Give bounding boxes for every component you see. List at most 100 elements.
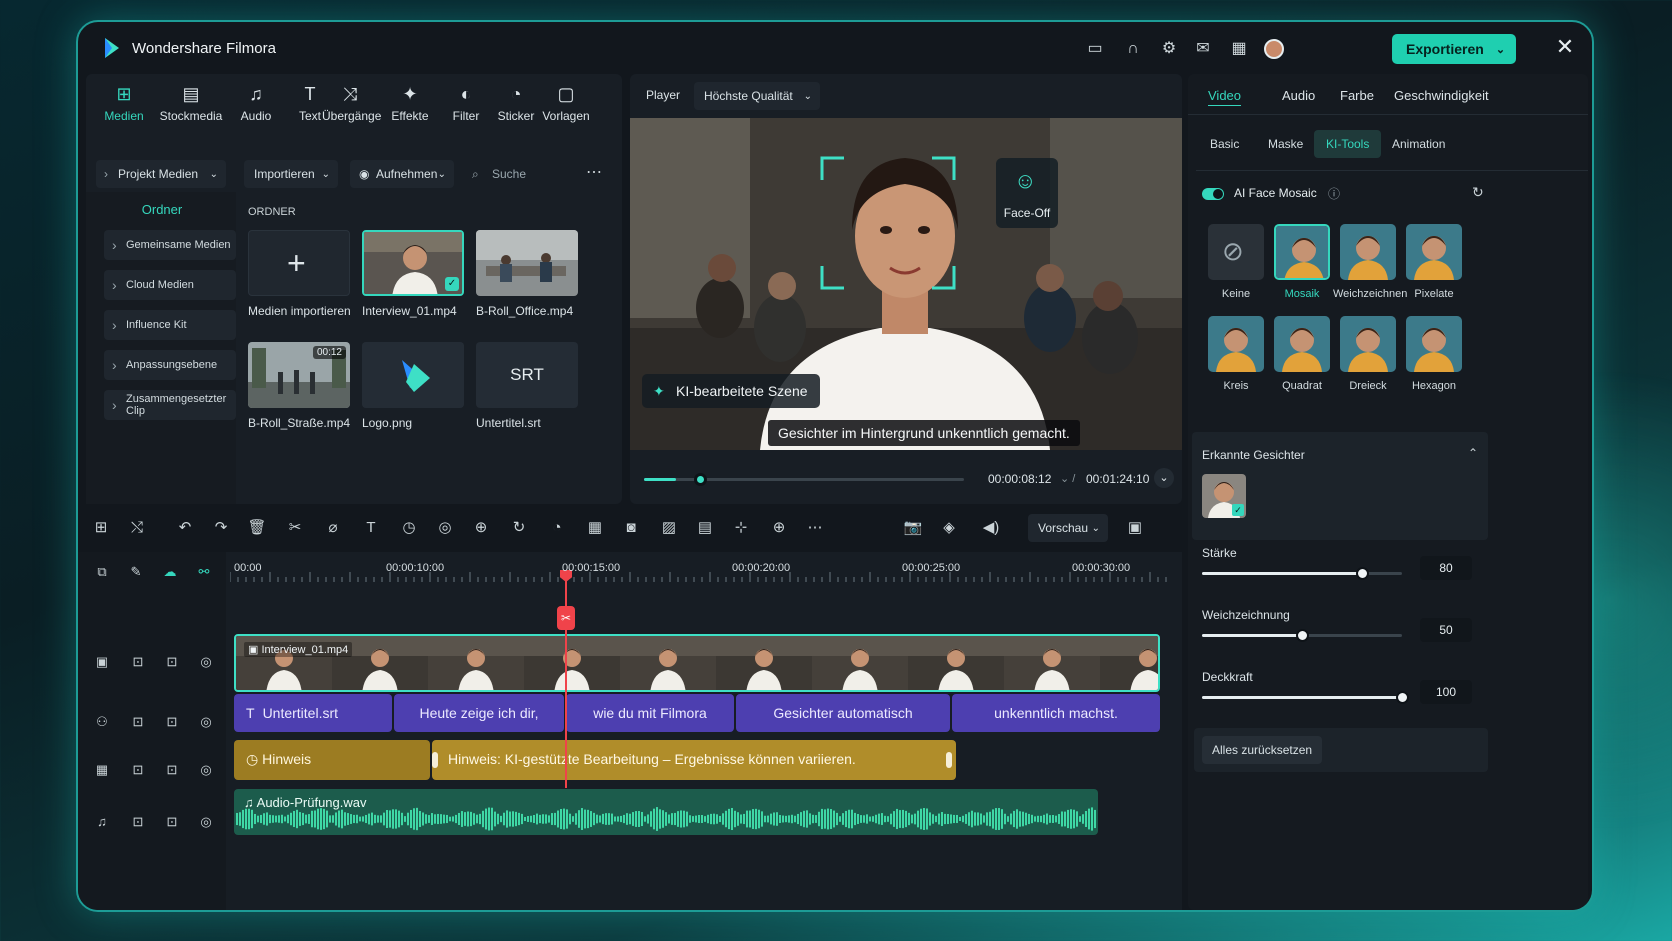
hint-text-clip[interactable]: Hinweis: KI-gestützte Bearbeitung – Erge… (432, 740, 956, 780)
snapshot-icon[interactable]: 📷 (902, 517, 924, 539)
quality-dropdown[interactable]: Höchste Qualität ⌄ (694, 82, 820, 110)
sidebar-item[interactable]: Influence Kit (104, 310, 236, 340)
link-icon[interactable]: ⌀ (322, 517, 344, 539)
search-input[interactable]: ⌕ Suche (470, 164, 570, 184)
effect-option-dreieck[interactable] (1340, 316, 1396, 372)
trim-handle-left[interactable] (432, 752, 438, 768)
lock-icon[interactable]: ⊡ (162, 712, 182, 732)
nav-item-übergänge[interactable]: ⤨ Übergänge (322, 82, 381, 123)
text-tool-icon[interactable]: T (360, 517, 382, 539)
effect-option-weichzeichnen[interactable] (1340, 224, 1396, 280)
audio-track-icon[interactable]: ♫ (92, 812, 112, 832)
avatar[interactable] (1264, 39, 1284, 59)
eye-icon[interactable]: ◎ (196, 760, 216, 780)
lock-icon[interactable]: ⊡ (128, 712, 148, 732)
ungroup-icon[interactable]: ⤭ (126, 517, 148, 539)
cloud-icon[interactable]: ☁ (160, 562, 180, 582)
nav-item-stockmedia[interactable]: ▤ Stockmedia (156, 82, 226, 123)
lock-icon[interactable]: ⊡ (128, 760, 148, 780)
slider-stärke[interactable] (1202, 567, 1402, 580)
cut-icon[interactable]: ✂ (284, 517, 306, 539)
effect-option-pixelate[interactable] (1406, 224, 1462, 280)
effect-option-mosaik[interactable] (1274, 224, 1330, 280)
media-thumb-logo[interactable] (362, 342, 464, 408)
subtitle-file-clip[interactable]: T Untertitel.srt (234, 694, 392, 732)
slider-value[interactable]: 50 (1420, 618, 1472, 642)
audio-clip[interactable]: ♫ Audio-Prüfung.wav (234, 789, 1098, 835)
undo-icon[interactable]: ↶ (174, 517, 196, 539)
frame-icon[interactable]: ▨ (658, 517, 680, 539)
effect-option-hexagon[interactable] (1406, 316, 1462, 372)
media-thumb-interview[interactable]: ✓ (362, 230, 464, 296)
playback-scrubber[interactable] (644, 473, 964, 486)
slider-knob[interactable] (1356, 567, 1369, 580)
import-dropdown[interactable]: Importieren ⌄ (244, 160, 338, 188)
subtab-ki-tools[interactable]: KI-Tools (1314, 130, 1382, 158)
media-thumb-srt[interactable]: SRT (476, 342, 578, 408)
slider-value[interactable]: 80 (1420, 556, 1472, 580)
trim-handle-right[interactable] (946, 752, 952, 768)
face-off-button[interactable]: ☺ Face-Off (996, 158, 1058, 228)
detected-face-thumb[interactable]: ✓ (1202, 474, 1246, 518)
magnet-icon[interactable]: ⚯ (194, 562, 214, 582)
subtitle-icon[interactable]: ▤ (694, 517, 716, 539)
info-icon[interactable]: ⓘ (1328, 185, 1340, 202)
gear-icon[interactable]: ⚙ (1158, 38, 1180, 60)
more-icon[interactable]: ⋯ (586, 162, 602, 182)
sidebar-item[interactable]: Cloud Medien (104, 270, 236, 300)
effect-option-kreis[interactable] (1208, 316, 1264, 372)
close-icon[interactable]: ✕ (1552, 34, 1578, 60)
subtitle-clip[interactable]: Gesichter automatisch (736, 694, 950, 732)
timeline-tracks-area[interactable] (226, 552, 1182, 910)
more-icon[interactable]: ⋯ (804, 517, 826, 539)
monitor-icon[interactable]: ▭ (1084, 38, 1106, 60)
eye-icon[interactable]: ◎ (196, 712, 216, 732)
slider-knob[interactable] (1296, 629, 1309, 642)
subtitle-track-icon[interactable]: ⚇ (92, 712, 112, 732)
slider-value[interactable]: 100 (1420, 680, 1472, 704)
gift-icon[interactable]: ✉ (1192, 38, 1214, 60)
audio-mix-icon[interactable]: ◈ (938, 517, 960, 539)
subtab-animation[interactable]: Animation (1380, 130, 1457, 158)
preview-dropdown[interactable]: Vorschau ⌄ (1028, 514, 1108, 542)
marker-icon[interactable]: ⊹ (730, 517, 752, 539)
hint-clip[interactable]: ◷ Hinweis (234, 740, 430, 780)
subtitle-clip[interactable]: wie du mit Filmora (566, 694, 734, 732)
sidebar-item[interactable]: Gemeinsame Medien (104, 230, 236, 260)
export-button[interactable]: Exportieren ⌄ (1392, 34, 1516, 64)
nav-item-effekte[interactable]: ✦ Effekte (382, 82, 438, 123)
tab-geschwindigkeit[interactable]: Geschwindigkeit (1394, 88, 1489, 103)
lock-icon[interactable]: ⊡ (162, 652, 182, 672)
sidebar-item[interactable]: Anpassungsebene (104, 350, 236, 380)
render-preview-icon[interactable]: ▣ (1124, 517, 1146, 539)
lock-icon[interactable]: ⊡ (128, 812, 148, 832)
add-icon[interactable]: ⊕ (768, 517, 790, 539)
rotate-icon[interactable]: ↻ (508, 517, 530, 539)
lock-icon[interactable]: ⊡ (128, 652, 148, 672)
effect-option-keine[interactable]: ⊘ (1208, 224, 1264, 280)
refresh-icon[interactable]: ↻ (1472, 184, 1484, 201)
lock-icon[interactable]: ⊡ (162, 760, 182, 780)
import-media-tile[interactable]: + (248, 230, 350, 296)
crop-icon[interactable]: ▦ (584, 517, 606, 539)
eye-icon[interactable]: ◎ (196, 652, 216, 672)
split-scissors-icon[interactable]: ✂ (557, 606, 575, 630)
subtab-maske[interactable]: Maske (1256, 130, 1315, 158)
nav-item-sticker[interactable]: ◔ Sticker (488, 82, 544, 123)
zoom-in-icon[interactable]: ⊕ (470, 517, 492, 539)
media-thumb-office[interactable] (476, 230, 578, 296)
playhead-knob[interactable] (694, 473, 707, 486)
chevron-up-icon[interactable]: ⌃ (1468, 446, 1478, 460)
sidebar-item[interactable]: Zusammengesetzter Clip (104, 390, 236, 420)
group-icon[interactable]: ⊞ (90, 517, 112, 539)
edit-icon[interactable]: ✎ (126, 562, 146, 582)
subtitle-clip[interactable]: unkenntlich machst. (952, 694, 1160, 732)
tab-audio[interactable]: Audio (1282, 88, 1315, 103)
add-track-icon[interactable]: ⧉ (92, 562, 112, 582)
speed-icon[interactable]: ◷ (398, 517, 420, 539)
lock-icon[interactable]: ⊡ (162, 812, 182, 832)
nav-item-medien[interactable]: ⊞ Medien (96, 82, 152, 123)
timeline-playhead[interactable] (565, 572, 567, 788)
media-thumb-street[interactable]: 00:12 (248, 342, 350, 408)
chevron-down-icon[interactable]: ⌄ (1154, 468, 1174, 488)
